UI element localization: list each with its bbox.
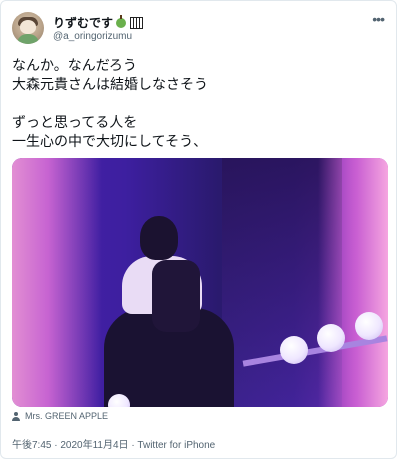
green-apple-icon [116,14,127,28]
display-name-row[interactable]: りずむです [53,14,144,31]
avatar[interactable] [12,12,44,44]
tweet-card: りずむです @a_oringorizumu ••• なんか。なんだろう 大森元貴… [0,0,397,459]
tweet-photo[interactable] [12,158,388,407]
tweet-text: なんか。なんだろう 大森元貴さんは結婚しなさそう ずっと思ってる人を 一生心の中… [12,57,208,149]
user-handle[interactable]: @a_oringorizumu [53,31,132,42]
piano-keys-icon [130,16,144,29]
more-dots-icon[interactable]: ••• [372,11,385,27]
person-tag-icon [12,411,20,421]
display-name[interactable]: りずむです [53,14,113,31]
photo-tag[interactable]: Mrs. GREEN APPLE [12,411,108,421]
tweet-timestamp[interactable]: 午後7:45 · 2020年11月4日 · Twitter for iPhone [12,436,215,451]
photo-tag-label[interactable]: Mrs. GREEN APPLE [25,411,108,421]
